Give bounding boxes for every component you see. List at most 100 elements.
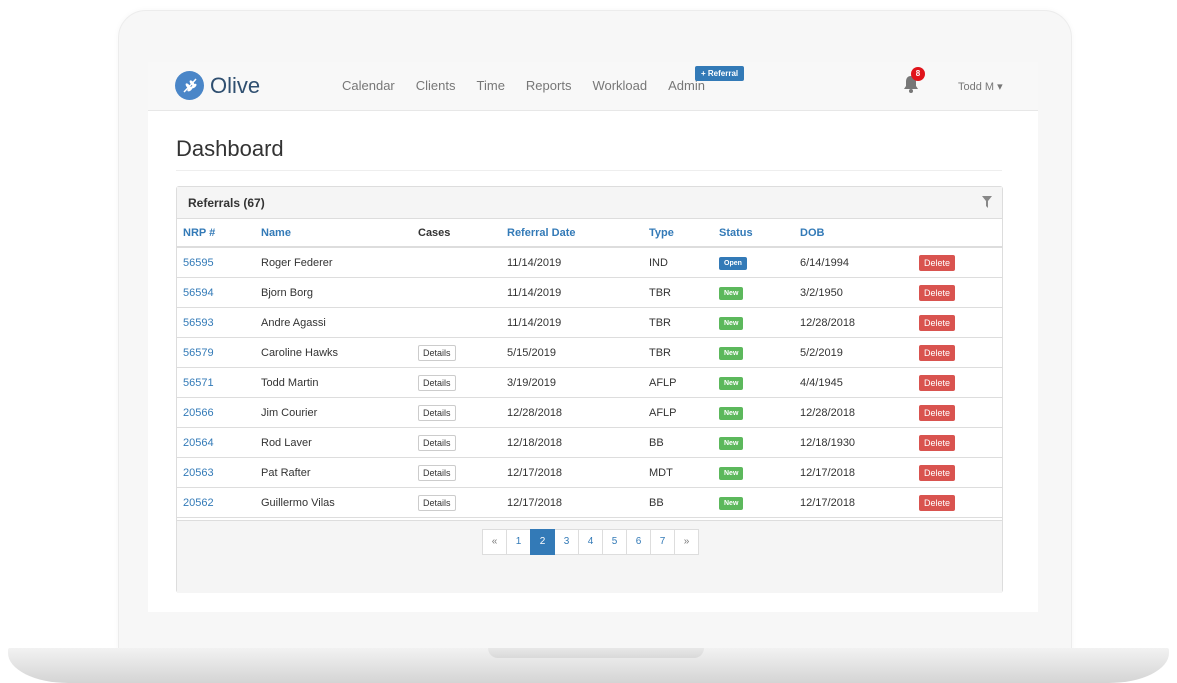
col-name[interactable]: Name	[261, 219, 418, 248]
dob: 12/17/2018	[800, 487, 919, 518]
table-row: 20562 Guillermo Vilas Details 12/17/2018 BB N…	[177, 487, 1002, 518]
client-name: Bjorn Borg	[261, 277, 418, 308]
nrp-link[interactable]: 20563	[177, 457, 261, 488]
table-row: 56579 Caroline Hawks Details 5/15/2019 TBR Ne…	[177, 337, 1002, 368]
nrp-link[interactable]: 20566	[177, 397, 261, 428]
panel-title: Referrals (67)	[188, 196, 265, 210]
referral-date: 11/14/2019	[507, 246, 649, 278]
pagination-page-3[interactable]: 3	[554, 529, 579, 555]
details-button[interactable]: Details	[418, 464, 456, 481]
brand[interactable]: Olive	[175, 71, 260, 100]
referral-type: AFLP	[649, 367, 719, 398]
nrp-link[interactable]: 56579	[177, 337, 261, 368]
delete-button[interactable]: Delete	[919, 404, 956, 421]
nav-reports[interactable]: Reports	[526, 78, 572, 93]
nav-calendar[interactable]: Calendar	[342, 78, 395, 93]
col-referral-date[interactable]: Referral Date	[507, 219, 649, 248]
client-name: Andre Agassi	[261, 307, 418, 338]
nrp-link[interactable]: 56571	[177, 367, 261, 398]
dob: 5/2/2019	[800, 337, 919, 368]
nrp-link[interactable]: 56595	[177, 246, 261, 278]
dob: 3/2/1950	[800, 277, 919, 308]
pagination-page-7[interactable]: 7	[650, 529, 675, 555]
cases-cell: Details	[418, 397, 507, 428]
nav-workload[interactable]: Workload	[592, 78, 647, 93]
col-status[interactable]: Status	[719, 219, 800, 248]
details-button[interactable]: Details	[418, 374, 456, 391]
cases-cell	[418, 246, 507, 278]
pagination-next[interactable]: »	[674, 529, 699, 555]
referrals-panel: Referrals (67) NRP # Name Cases Referral…	[176, 186, 1003, 593]
cases-cell: Details	[418, 337, 507, 368]
status-badge: Open	[719, 256, 747, 270]
user-menu[interactable]: Todd M ▾	[958, 80, 1003, 93]
client-name: Jim Courier	[261, 397, 418, 428]
delete-button[interactable]: Delete	[919, 374, 956, 391]
col-dob[interactable]: DOB	[800, 219, 919, 248]
panel-footer: «1 2 3 4 5 6 7»	[177, 520, 1002, 593]
table-header-row: NRP # Name Cases Referral Date Type Stat…	[177, 219, 1002, 248]
status-cell: New	[719, 367, 800, 398]
pagination-page-1[interactable]: 1	[506, 529, 531, 555]
laptop-notch	[488, 648, 704, 658]
status-badge: New	[719, 496, 744, 510]
filter-icon[interactable]	[982, 196, 992, 208]
delete-button[interactable]: Delete	[919, 494, 956, 511]
referral-date: 12/18/2018	[507, 427, 649, 458]
status-cell: New	[719, 307, 800, 338]
details-button[interactable]: Details	[418, 344, 456, 361]
details-button[interactable]: Details	[418, 494, 456, 511]
pagination-page-6[interactable]: 6	[626, 529, 651, 555]
table-row: 20563 Pat Rafter Details 12/17/2018 MDT New 12…	[177, 457, 1002, 488]
add-referral-button[interactable]: + Referral	[695, 66, 745, 81]
delete-button[interactable]: Delete	[919, 344, 956, 361]
referral-type: BB	[649, 487, 719, 518]
status-cell: New	[719, 487, 800, 518]
app-screen: Olive Calendar Clients Time Reports Work…	[148, 62, 1038, 612]
cases-cell: Details	[418, 427, 507, 458]
delete-button[interactable]: Delete	[919, 284, 956, 301]
table-row: 56594 Bjorn Borg 11/14/2019 TBR New 3/2/1950 D…	[177, 277, 1002, 308]
pagination-prev[interactable]: «	[482, 529, 507, 555]
cases-cell	[418, 307, 507, 338]
referral-type: BB	[649, 427, 719, 458]
nrp-link[interactable]: 56594	[177, 277, 261, 308]
divider	[176, 170, 1002, 171]
pagination-page-2[interactable]: 2	[530, 529, 555, 555]
cases-cell: Details	[418, 457, 507, 488]
referral-date: 11/14/2019	[507, 277, 649, 308]
client-name: Caroline Hawks	[261, 337, 418, 368]
details-button[interactable]: Details	[418, 434, 456, 451]
referral-date: 12/17/2018	[507, 487, 649, 518]
pagination-page-4[interactable]: 4	[578, 529, 603, 555]
nrp-link[interactable]: 20562	[177, 487, 261, 518]
actions-cell: Delete	[919, 246, 1002, 278]
referral-type: TBR	[649, 337, 719, 368]
page-title: Dashboard	[176, 136, 284, 161]
notification-badge: 8	[911, 67, 925, 81]
delete-button[interactable]: Delete	[919, 314, 956, 331]
delete-button[interactable]: Delete	[919, 254, 956, 271]
nav-time[interactable]: Time	[477, 78, 505, 93]
delete-button[interactable]: Delete	[919, 464, 956, 481]
nrp-link[interactable]: 20564	[177, 427, 261, 458]
nrp-link[interactable]: 56593	[177, 307, 261, 338]
col-nrp[interactable]: NRP #	[177, 219, 261, 248]
table-row: 56571 Todd Martin Details 3/19/2019 AFLP New 4…	[177, 367, 1002, 398]
status-badge: New	[719, 316, 744, 330]
client-name: Guillermo Vilas	[261, 487, 418, 518]
nav-clients[interactable]: Clients	[416, 78, 456, 93]
referrals-table: NRP # Name Cases Referral Date Type Stat…	[177, 219, 1002, 547]
client-name: Pat Rafter	[261, 457, 418, 488]
cases-cell: Details	[418, 367, 507, 398]
status-cell: New	[719, 277, 800, 308]
details-button[interactable]: Details	[418, 404, 456, 421]
table-row: 20564 Rod Laver Details 12/18/2018 BB New 12/1…	[177, 427, 1002, 458]
table-row: 20566 Jim Courier Details 12/28/2018 AFLP New…	[177, 397, 1002, 428]
actions-cell: Delete	[919, 307, 1002, 338]
pagination-page-5[interactable]: 5	[602, 529, 627, 555]
col-type[interactable]: Type	[649, 219, 719, 248]
status-badge: New	[719, 436, 744, 450]
status-badge: New	[719, 376, 744, 390]
delete-button[interactable]: Delete	[919, 434, 956, 451]
